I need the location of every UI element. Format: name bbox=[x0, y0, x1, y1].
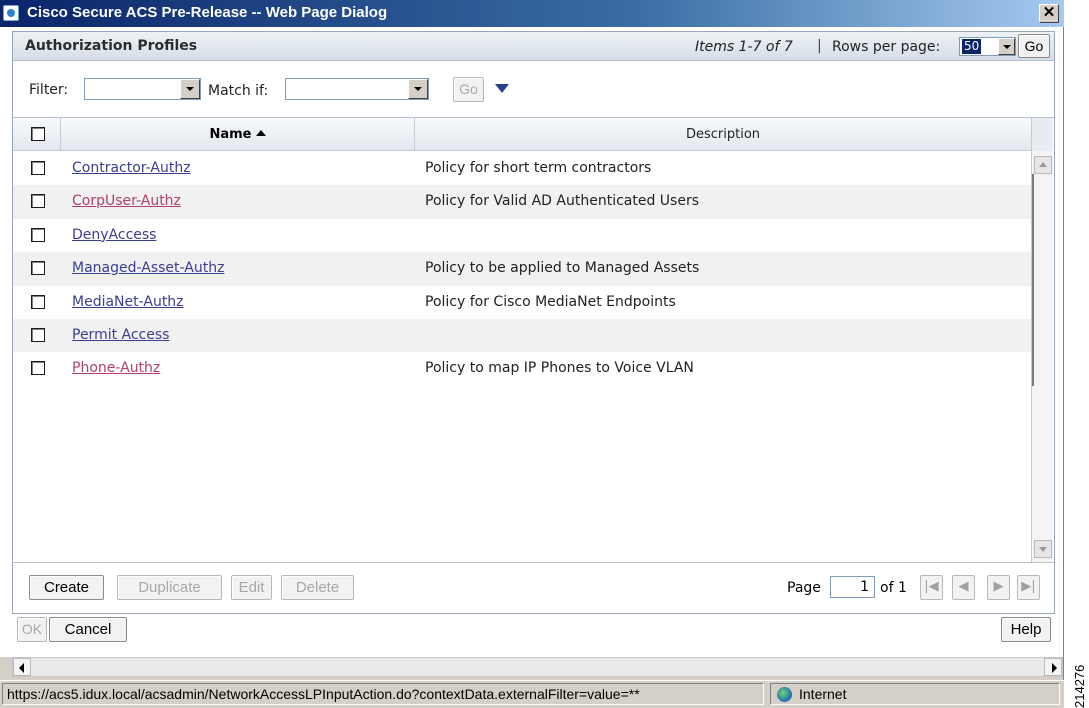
row-checkbox[interactable] bbox=[31, 194, 45, 209]
rows-per-page-label: Rows per page: bbox=[832, 39, 941, 55]
table-header: Name Description bbox=[13, 118, 1031, 151]
previous-page-icon: ◀ bbox=[958, 579, 969, 594]
header-separator: | bbox=[817, 38, 822, 54]
next-page-button[interactable]: ▶ bbox=[987, 575, 1010, 600]
filter-bar: Filter: Match if: Go bbox=[13, 62, 1054, 118]
profile-link[interactable]: Phone-Authz bbox=[72, 360, 160, 376]
profile-link[interactable]: Contractor-Authz bbox=[72, 160, 191, 176]
match-if-label: Match if: bbox=[208, 83, 269, 99]
profile-description: Policy for Cisco MediaNet Endpoints bbox=[425, 293, 676, 310]
scrollbar-thumb[interactable] bbox=[1032, 174, 1034, 386]
sort-ascending-icon bbox=[255, 130, 266, 136]
row-checkbox[interactable] bbox=[31, 227, 45, 242]
figure-id: 214276 bbox=[1072, 664, 1087, 708]
last-page-button[interactable]: ▶| bbox=[1017, 575, 1040, 600]
profile-description: Policy to be applied to Managed Assets bbox=[425, 260, 700, 277]
close-icon[interactable]: ✕ bbox=[1039, 4, 1059, 23]
page-total: of 1 bbox=[880, 580, 907, 596]
items-count: Items 1-7 of 7 bbox=[695, 39, 793, 55]
first-page-button[interactable]: |◀ bbox=[920, 575, 943, 600]
rows-per-page-go-button[interactable]: Go bbox=[1018, 34, 1050, 58]
cancel-button[interactable]: Cancel bbox=[49, 617, 127, 642]
profiles-table: Name Description Contractor-Authz Policy… bbox=[13, 117, 1054, 563]
dialog-buttons: OK Cancel Help bbox=[0, 615, 1063, 657]
profile-description: Policy for Valid AD Authenticated Users bbox=[425, 193, 700, 210]
last-page-icon: ▶| bbox=[1021, 579, 1036, 594]
column-header-name[interactable]: Name bbox=[61, 118, 415, 150]
row-checkbox[interactable] bbox=[31, 294, 45, 309]
filter-go-button[interactable]: Go bbox=[453, 77, 484, 102]
table-row: Contractor-Authz Policy for short term c… bbox=[13, 152, 1031, 185]
table-body: Contractor-Authz Policy for short term c… bbox=[13, 152, 1031, 386]
edit-button[interactable]: Edit bbox=[231, 575, 272, 600]
panel-footer: Create Duplicate Edit Delete Page 1 of 1… bbox=[13, 564, 1054, 614]
row-checkbox[interactable] bbox=[31, 161, 45, 175]
row-checkbox[interactable] bbox=[31, 361, 45, 376]
scroll-right-icon[interactable] bbox=[1044, 658, 1062, 676]
profile-description: Policy to map IP Phones to Voice VLAN bbox=[425, 360, 694, 377]
zone-label: Internet bbox=[799, 686, 847, 702]
table-vertical-scrollbar[interactable] bbox=[1031, 118, 1053, 562]
chevron-down-icon[interactable] bbox=[998, 38, 1015, 55]
status-bar: https://acs5.idux.local/acsadmin/Network… bbox=[0, 680, 1064, 708]
table-row: CorpUser-Authz Policy for Valid AD Authe… bbox=[13, 185, 1031, 219]
filter-label: Filter: bbox=[29, 82, 69, 98]
table-row: Permit Access bbox=[13, 318, 1031, 353]
scroll-left-icon[interactable] bbox=[13, 658, 31, 676]
dialog-window: Cisco Secure ACS Pre-Release -- Web Page… bbox=[0, 0, 1064, 708]
globe-icon bbox=[777, 687, 792, 702]
authorization-profiles-panel: Authorization Profiles Items 1-7 of 7 | … bbox=[12, 31, 1055, 614]
previous-page-button[interactable]: ◀ bbox=[952, 575, 975, 600]
status-url: https://acs5.idux.local/acsadmin/Network… bbox=[2, 683, 764, 705]
table-row: MediaNet-Authz Policy for Cisco MediaNet… bbox=[13, 286, 1031, 319]
profile-link[interactable]: Managed-Asset-Authz bbox=[72, 260, 224, 276]
select-all-cell bbox=[13, 118, 61, 150]
row-checkbox[interactable] bbox=[31, 327, 45, 342]
rows-per-page-select[interactable]: 50 bbox=[959, 37, 1016, 56]
table-row: Managed-Asset-Authz Policy to be applied… bbox=[13, 252, 1031, 286]
next-page-icon: ▶ bbox=[993, 579, 1004, 594]
create-button[interactable]: Create bbox=[29, 575, 104, 600]
column-header-description[interactable]: Description bbox=[415, 118, 1031, 150]
dialog-content: Authorization Profiles Items 1-7 of 7 | … bbox=[0, 27, 1063, 657]
row-checkbox[interactable] bbox=[31, 261, 45, 276]
ok-button[interactable]: OK bbox=[17, 617, 47, 642]
profile-link[interactable]: DenyAccess bbox=[72, 227, 156, 243]
rows-per-page-value: 50 bbox=[962, 39, 982, 54]
filter-options-icon[interactable] bbox=[495, 84, 509, 93]
scroll-up-icon[interactable] bbox=[1034, 156, 1052, 174]
first-page-icon: |◀ bbox=[924, 579, 939, 594]
title-bar: Cisco Secure ACS Pre-Release -- Web Page… bbox=[0, 0, 1064, 27]
security-zone: Internet bbox=[770, 683, 1060, 705]
table-row: Phone-Authz Policy to map IP Phones to V… bbox=[13, 352, 1031, 385]
profile-link[interactable]: Permit Access bbox=[72, 327, 169, 343]
help-button[interactable]: Help bbox=[1001, 617, 1051, 642]
duplicate-button[interactable]: Duplicate bbox=[117, 575, 222, 600]
scrollbar-header-spacer bbox=[1032, 118, 1053, 151]
panel-title: Authorization Profiles bbox=[25, 38, 198, 54]
page-label: Page bbox=[787, 580, 821, 596]
table-row: DenyAccess bbox=[13, 219, 1031, 252]
delete-button[interactable]: Delete bbox=[281, 575, 354, 600]
page-number-input[interactable]: 1 bbox=[830, 576, 875, 598]
profile-description: Policy for short term contractors bbox=[425, 160, 652, 176]
chevron-down-icon[interactable] bbox=[180, 79, 200, 99]
profile-link[interactable]: CorpUser-Authz bbox=[72, 193, 181, 209]
profile-link[interactable]: MediaNet-Authz bbox=[72, 294, 184, 310]
window-title: Cisco Secure ACS Pre-Release -- Web Page… bbox=[27, 4, 388, 21]
ie-page-icon bbox=[3, 5, 19, 21]
scroll-down-icon[interactable] bbox=[1034, 540, 1052, 558]
panel-header: Authorization Profiles Items 1-7 of 7 | … bbox=[13, 32, 1054, 61]
match-if-select[interactable] bbox=[285, 78, 429, 100]
select-all-checkbox[interactable] bbox=[31, 127, 45, 141]
filter-select[interactable] bbox=[84, 78, 201, 100]
horizontal-scrollbar[interactable] bbox=[12, 657, 1063, 677]
column-name-label: Name bbox=[209, 127, 252, 142]
chevron-down-icon[interactable] bbox=[408, 79, 428, 99]
